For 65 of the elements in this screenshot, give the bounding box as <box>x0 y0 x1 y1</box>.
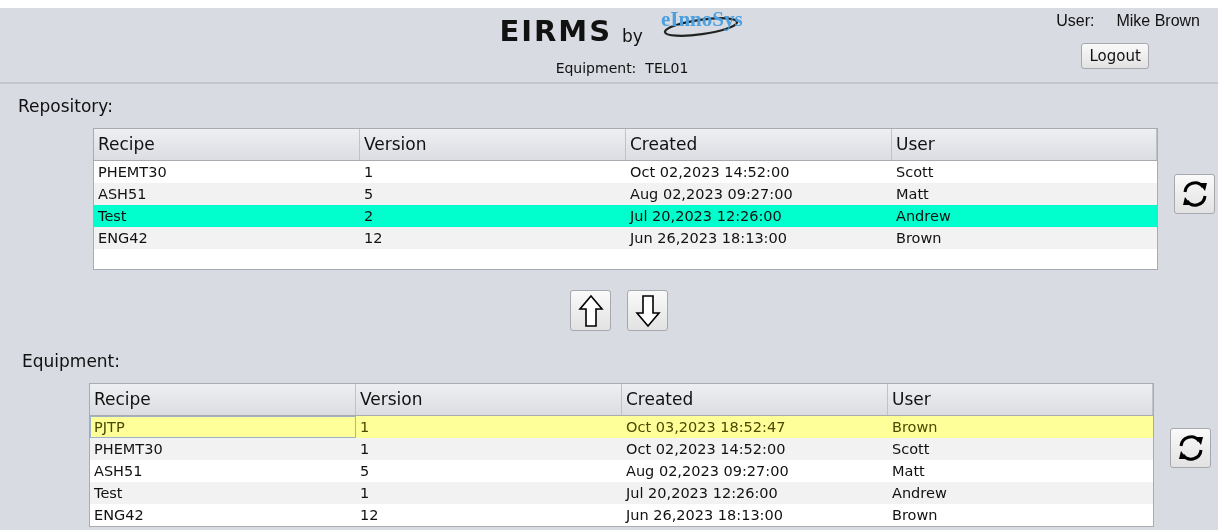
table-row[interactable]: PHEMT30 1 Oct 02,2023 14:52:00 Scott <box>90 438 1153 460</box>
column-header[interactable]: User <box>892 129 1157 160</box>
refresh-button[interactable] <box>1170 428 1211 468</box>
table-cell-text: Matt <box>891 462 926 481</box>
table-cell-text: Oct 02,2023 14:52:00 <box>625 440 787 459</box>
table-cell-text: Test <box>93 484 124 503</box>
table-cell-text: 1 <box>359 440 371 459</box>
table-cell-text: ENG42 <box>97 229 149 248</box>
move-down-button[interactable] <box>627 290 668 331</box>
user-label: User: <box>1056 12 1095 30</box>
move-up-button[interactable] <box>570 290 611 331</box>
column-header[interactable]: Version <box>360 129 626 160</box>
table-cell-text: 12 <box>359 506 380 525</box>
logout-button[interactable]: Logout <box>1081 43 1149 69</box>
equipment-label: Equipment: <box>555 60 637 76</box>
table-row[interactable]: ENG42 12 Jun 26,2023 18:13:00 Brown <box>94 227 1157 249</box>
table-cell-text: Jun 26,2023 18:13:00 <box>624 506 784 525</box>
up-arrow-icon <box>577 293 604 328</box>
table-cell-text: Brown <box>895 229 943 248</box>
table-cell-text: Scott <box>895 163 935 182</box>
table-row[interactable]: PJTP 1 Oct 03,2023 18:52:47 Brown <box>90 416 1153 438</box>
table-cell-text: Andrew <box>895 207 952 226</box>
table-cell-text: ENG42 <box>93 506 145 525</box>
table-cell-text: PHEMT30 <box>93 440 164 459</box>
table-cell-text: 1 <box>359 484 371 503</box>
table-cell-text: ASH51 <box>93 462 144 481</box>
user-name: Mike Brown <box>1116 12 1200 30</box>
section-label: Equipment: <box>22 351 121 373</box>
table-cell-text: Jul 20,2023 12:26:00 <box>628 207 783 226</box>
column-header[interactable]: User <box>888 384 1153 415</box>
table-row[interactable]: ASH51 5 Aug 02,2023 09:27:00 Matt <box>94 183 1157 205</box>
table-cell-text: Brown <box>891 418 939 437</box>
table-cell-text: Matt <box>895 185 930 204</box>
table-cell-text: PHEMT30 <box>97 163 168 182</box>
table-cell-text: Test <box>97 207 128 226</box>
table-cell-text: Scott <box>891 440 931 459</box>
table-cell-text: Andrew <box>891 484 948 503</box>
table-cell-text: 12 <box>363 229 384 248</box>
column-header[interactable]: Recipe <box>94 129 360 160</box>
table-cell-text: 1 <box>363 163 375 182</box>
table-cell-text: Jul 20,2023 12:26:00 <box>624 484 779 503</box>
table-cell-text: 5 <box>363 185 375 204</box>
refresh-button[interactable] <box>1174 174 1215 214</box>
column-header[interactable]: Created <box>622 384 888 415</box>
table-cell: PJTP <box>90 416 356 438</box>
column-header[interactable]: Created <box>626 129 892 160</box>
app-title: EIRMS <box>499 14 613 48</box>
section-label: Repository: <box>18 96 114 118</box>
column-header[interactable]: Recipe <box>90 384 356 415</box>
down-arrow-icon <box>634 293 661 328</box>
table-row[interactable]: Test 2 Jul 20,2023 12:26:00 Andrew <box>94 205 1157 227</box>
column-header[interactable]: Version <box>356 384 622 415</box>
table-cell-text: Brown <box>891 506 939 525</box>
table-cell-text: Oct 03,2023 18:52:47 <box>625 418 787 437</box>
table-cell-text: Aug 02,2023 09:27:00 <box>625 462 790 481</box>
table-cell-text: Jun 26,2023 18:13:00 <box>628 229 788 248</box>
table-cell-text: Aug 02,2023 09:27:00 <box>629 185 794 204</box>
table-cell-text: 2 <box>363 207 375 226</box>
table-cell-text: ASH51 <box>97 185 148 204</box>
table-cell-text: Oct 02,2023 14:52:00 <box>629 163 791 182</box>
table-row[interactable]: Test 1 Jul 20,2023 12:26:00 Andrew <box>90 482 1153 504</box>
table-cell-text: 1 <box>359 418 371 437</box>
by-text: by <box>622 25 643 48</box>
table-cell-text: 5 <box>359 462 371 481</box>
equipment-value: TEL01 <box>645 60 689 76</box>
